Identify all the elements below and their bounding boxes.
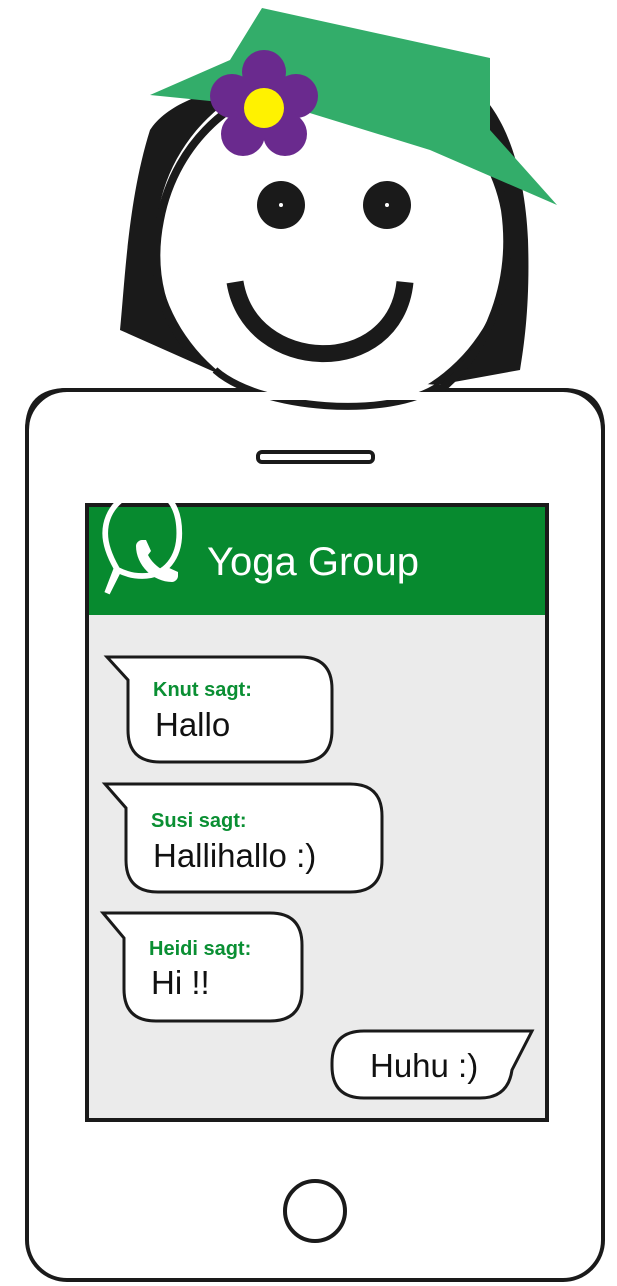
phone-speaker [256, 450, 375, 464]
chat-title: Yoga Group [207, 540, 420, 584]
message-text: Hallihallo :) [153, 837, 317, 874]
home-button[interactable] [283, 1179, 347, 1243]
message-text: Hi !! [151, 964, 210, 1001]
illustration [25, 8, 605, 1282]
message-text: Hallo [155, 706, 231, 743]
message-sender: Heidi sagt: [149, 938, 252, 960]
message-sender: Susi sagt: [151, 810, 247, 832]
message-sender: Knut sagt: [153, 679, 252, 701]
message-text-outgoing: Huhu :) [370, 1047, 479, 1084]
